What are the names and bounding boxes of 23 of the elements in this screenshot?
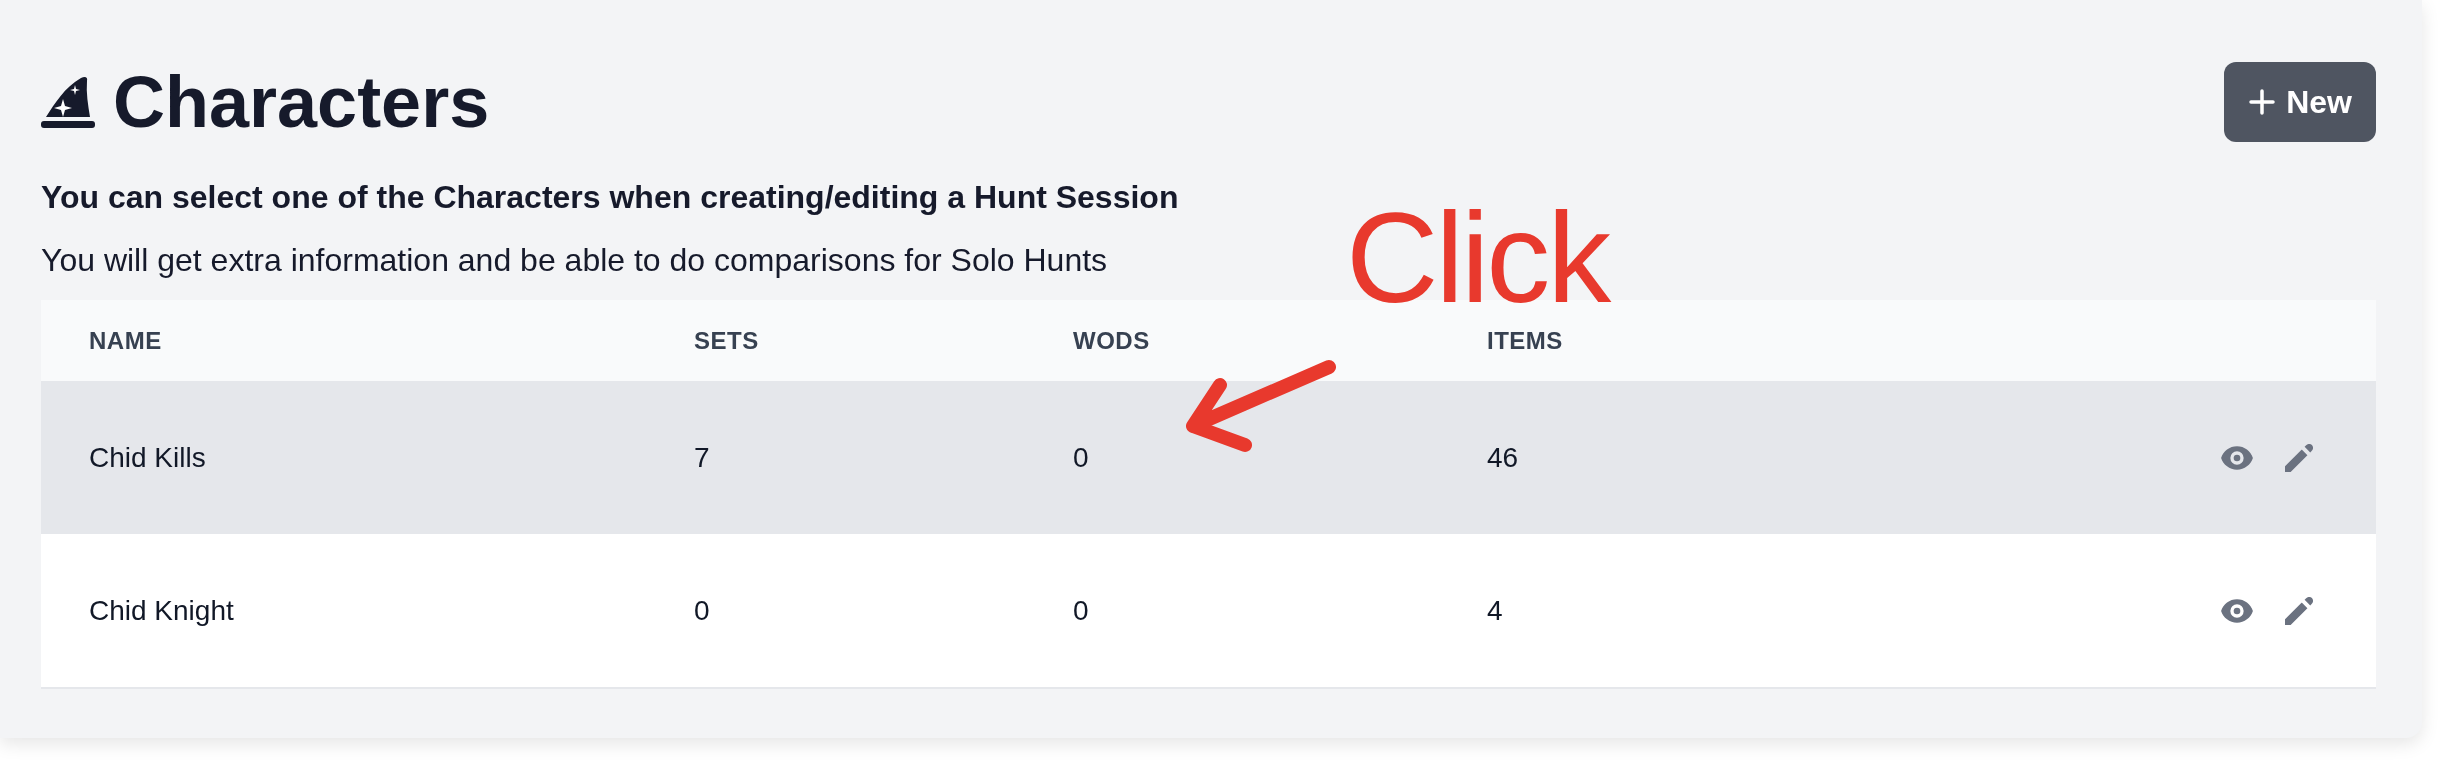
column-header: WODS [1073,325,1150,356]
plus-icon [2249,89,2276,115]
wizard-hat-icon [41,75,95,129]
table-cell-text: 4 [1487,593,1503,628]
intro-text: You will get extra information and be able to do comparisons for Solo Hunts [41,241,1108,280]
pencil-icon[interactable] [2285,443,2313,472]
table-cell-text: Chid Kills [89,440,206,475]
column-header: NAME [89,325,162,356]
table-cell-text: 7 [694,440,710,475]
intro-heading: You can select one of the Characters when creating/editing a Hunt Session [41,178,1179,217]
column-header: SETS [694,325,759,356]
table-cell-text: Chid Knight [89,593,234,628]
eye-icon[interactable] [2221,445,2253,470]
pencil-icon[interactable] [2285,596,2313,625]
table-cell-text: 46 [1487,440,1519,475]
new-button[interactable]: New [2224,62,2376,142]
annotation-text: Click [1346,194,1609,322]
page-title: Characters [113,66,490,138]
table-cell-text: 0 [1073,593,1089,628]
table-cell-text: 0 [1073,440,1089,475]
eye-icon[interactable] [2221,598,2253,623]
table-cell-text: 0 [694,593,710,628]
column-header: ITEMS [1487,325,1563,356]
